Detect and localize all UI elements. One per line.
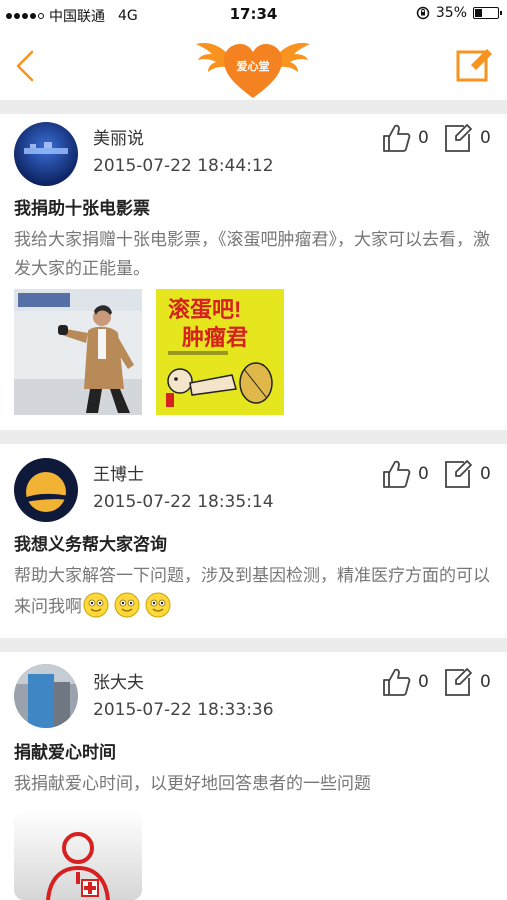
post-title[interactable]: 捐献爱心时间 [14,738,116,763]
comment-button[interactable]: 0 [442,666,491,698]
edit-icon [456,49,492,82]
poster-title-2: 肿瘤君 [182,325,248,350]
post-date: 2015-07-22 18:44:12 [93,156,274,176]
post-image[interactable] [14,289,142,415]
post-body: 我捐献爱心时间，以更好地回答患者的一些问题 [14,774,371,794]
author-name[interactable]: 张大夫 [93,668,144,693]
thumbs-up-icon [383,460,411,488]
author-name[interactable]: 王博士 [93,460,144,485]
divider [0,430,507,444]
like-button[interactable]: 0 [380,122,429,154]
author-name[interactable]: 美丽说 [93,124,144,149]
comment-edit-icon [445,460,472,488]
divider [0,638,507,652]
battery-percent: 35% [435,5,467,21]
post-image[interactable]: 滚蛋吧! 肿瘤君 [156,289,284,415]
post-card[interactable]: 美丽说 2015-07-22 18:44:12 0 0 我捐助十张电影票 我给大… [0,114,507,430]
rotation-lock-icon [416,6,430,20]
like-button[interactable]: 0 [380,666,429,698]
avatar[interactable] [14,664,78,728]
chevron-left-icon [16,50,34,82]
comment-button[interactable]: 0 [442,122,491,154]
post-title[interactable]: 我想义务帮大家咨询 [14,530,167,555]
battery-info: 35% [416,5,502,21]
post-body: 帮助大家解答一下问题，涉及到基因检测，精准医疗方面的可以来问我啊 [14,562,493,622]
thumbs-up-icon [383,668,411,696]
post-image[interactable] [14,810,142,900]
thumbs-up-icon [383,124,411,152]
comment-count: 0 [480,464,491,484]
poster-title-1: 滚蛋吧! [168,297,241,322]
back-button[interactable] [10,46,44,86]
post-card[interactable]: 张大夫 2015-07-22 18:33:36 0 0 捐献爱心时间 我捐献爱心… [0,652,507,900]
app-logo: 爱心堂 [194,34,312,100]
avatar[interactable] [14,458,78,522]
post-card[interactable]: 王博士 2015-07-22 18:35:14 0 0 我想义务帮大家咨询 帮助… [0,444,507,638]
comment-count: 0 [480,128,491,148]
smiley-emoji-icon [82,592,178,618]
comment-button[interactable]: 0 [442,458,491,490]
comment-edit-icon [445,668,472,696]
like-count: 0 [418,672,429,692]
nav-header: 爱心堂 [0,28,507,100]
avatar[interactable] [14,122,78,186]
post-date: 2015-07-22 18:33:36 [93,700,274,720]
comment-edit-icon [445,124,472,152]
compose-button[interactable] [455,42,495,86]
like-count: 0 [418,128,429,148]
like-button[interactable]: 0 [380,458,429,490]
post-date: 2015-07-22 18:35:14 [93,492,274,512]
logo-text: 爱心堂 [236,60,270,73]
post-title[interactable]: 我捐助十张电影票 [14,194,150,219]
post-body: 我给大家捐赠十张电影票，《滚蛋吧肿瘤君》，大家可以去看，激发大家的正能量。 [14,230,490,279]
battery-icon [473,7,502,19]
divider [0,100,507,114]
like-count: 0 [418,464,429,484]
status-bar: 中国联通 4G 17:34 35% [0,0,507,28]
comment-count: 0 [480,672,491,692]
